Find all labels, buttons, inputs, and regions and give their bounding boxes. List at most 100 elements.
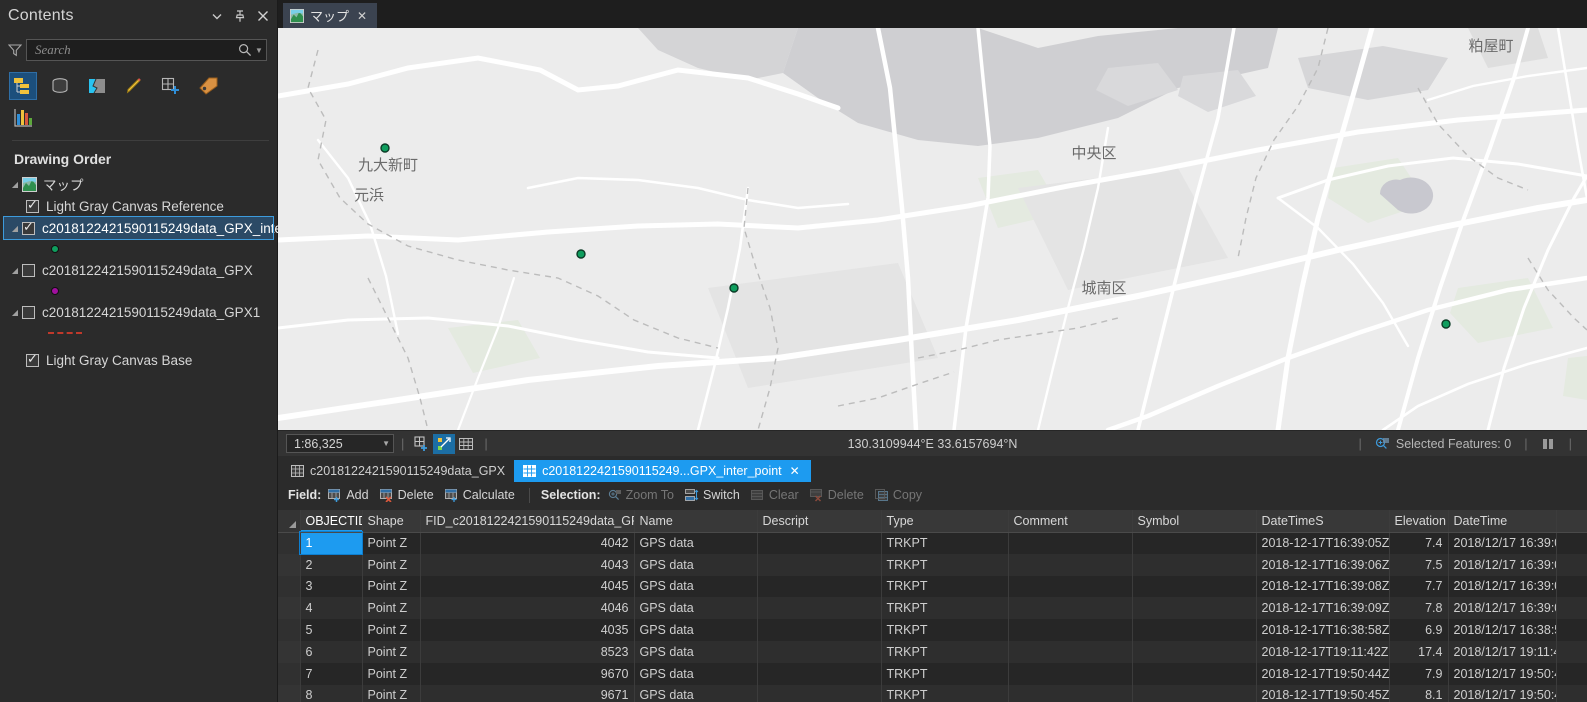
row-selector[interactable] <box>278 684 301 702</box>
cell-datetime[interactable]: 2018/12/17 16:38:58 <box>1448 619 1557 641</box>
cell-fid[interactable]: 8523 <box>420 640 635 663</box>
cell-objectid[interactable]: 7 <box>300 662 363 685</box>
close-icon[interactable] <box>257 10 271 22</box>
table-row[interactable]: 1 Point Z 4042 GPS data TRKPT 2018-12-17T16:3… <box>278 531 1587 555</box>
cell-symbol[interactable] <box>1132 532 1257 554</box>
table-row[interactable]: 7 Point Z 9670 GPS data TRKPT 2018-12-17T19:5… <box>278 662 1587 685</box>
cell-shape[interactable]: Point Z <box>362 684 421 702</box>
cell-datetimes[interactable]: 2018-12-17T16:39:05Z <box>1256 532 1390 554</box>
cell-datetime[interactable]: 2018/12/17 16:39:06 <box>1448 553 1557 576</box>
expander-icon[interactable]: ◢ <box>8 308 22 317</box>
cell-shape[interactable]: Point Z <box>362 662 421 685</box>
cell-datetime[interactable]: 2018/12/17 16:39:05 <box>1448 532 1557 554</box>
cell-comment[interactable] <box>1008 597 1133 620</box>
cell-symbol[interactable] <box>1132 640 1257 663</box>
cell-comment[interactable] <box>1008 662 1133 685</box>
cell-elevation[interactable]: 6.9 <box>1389 619 1449 641</box>
cell-symbol[interactable] <box>1132 619 1257 641</box>
list-by-drawing-order-button[interactable] <box>9 72 37 100</box>
cell-shape[interactable]: Point Z <box>362 597 421 620</box>
tree-node-map[interactable]: ◢ マップ <box>4 173 277 195</box>
column-header-symbol[interactable]: Symbol <box>1132 510 1257 533</box>
pin-icon[interactable] <box>234 9 248 23</box>
cell-objectid[interactable]: 2 <box>300 553 363 576</box>
clear-selection-button[interactable]: Clear <box>750 488 799 502</box>
cell-type[interactable]: TRKPT <box>881 619 1009 641</box>
column-header-type[interactable]: Type <box>881 510 1009 533</box>
field-calculate-button[interactable]: Calculate <box>444 488 515 502</box>
tab-attribute-table-gpx[interactable]: c2018122421590115249data_GPX <box>282 460 514 482</box>
cell-blank[interactable] <box>1556 597 1587 620</box>
column-header-comment[interactable]: Comment <box>1008 510 1133 533</box>
cell-type[interactable]: TRKPT <box>881 597 1009 620</box>
cell-type[interactable]: TRKPT <box>881 532 1009 554</box>
layer-visibility-checkbox[interactable] <box>26 351 39 367</box>
cell-blank[interactable] <box>1556 553 1587 576</box>
list-by-data-source-button[interactable] <box>47 73 73 99</box>
cell-blank[interactable] <box>1556 640 1587 663</box>
cell-comment[interactable] <box>1008 640 1133 663</box>
close-icon[interactable]: ✕ <box>788 464 802 478</box>
layer-row-gpx[interactable]: ◢ c2018122421590115249data_GPX <box>4 259 277 281</box>
add-data-status-button[interactable] <box>411 434 433 454</box>
cell-comment[interactable] <box>1008 532 1133 554</box>
cell-elevation[interactable]: 7.8 <box>1389 597 1449 620</box>
column-header-descript[interactable]: Descript <box>757 510 882 533</box>
cell-elevation[interactable]: 8.1 <box>1389 684 1449 702</box>
cell-datetimes[interactable]: 2018-12-17T19:50:45Z <box>1256 684 1390 702</box>
cell-shape[interactable]: Point Z <box>362 532 421 554</box>
chevron-down-icon[interactable]: ▼ <box>382 439 390 448</box>
cell-elevation[interactable]: 17.4 <box>1389 640 1449 663</box>
cell-symbol[interactable] <box>1132 662 1257 685</box>
column-header-objectid[interactable]: OBJECTID <box>300 510 363 533</box>
cell-name[interactable]: GPS data <box>634 640 758 663</box>
cell-shape[interactable]: Point Z <box>362 619 421 641</box>
search-dropdown-icon[interactable]: ▼ <box>254 46 264 55</box>
cell-descript[interactable] <box>757 662 882 685</box>
cell-comment[interactable] <box>1008 575 1133 598</box>
expander-icon[interactable]: ◢ <box>8 180 22 189</box>
cell-fid[interactable]: 9671 <box>420 684 635 702</box>
cell-type[interactable]: TRKPT <box>881 640 1009 663</box>
switch-selection-button[interactable]: Switch <box>685 488 740 502</box>
layer-row-gpx1[interactable]: ◢ c2018122421590115249data_GPX1 <box>4 301 277 323</box>
tab-attribute-table-gpx-inter-point[interactable]: c2018122421590115249...GPX_inter_point ✕ <box>514 460 811 482</box>
row-selector[interactable] <box>278 662 301 685</box>
cell-descript[interactable] <box>757 597 882 620</box>
cell-objectid[interactable]: 3 <box>300 575 363 598</box>
cell-symbol[interactable] <box>1132 597 1257 620</box>
list-by-charts-button[interactable] <box>10 105 36 131</box>
cell-elevation[interactable]: 7.4 <box>1389 532 1449 554</box>
list-by-selection-button[interactable] <box>84 73 110 99</box>
cell-name[interactable]: GPS data <box>634 684 758 702</box>
cell-symbol[interactable] <box>1132 553 1257 576</box>
select-all-corner[interactable] <box>278 510 301 533</box>
copy-selection-button[interactable]: Copy <box>874 488 922 502</box>
field-delete-button[interactable]: Delete <box>379 488 434 502</box>
column-header-fid[interactable]: FID_c2018122421590115249data_GPX <box>420 510 635 533</box>
cell-type[interactable]: TRKPT <box>881 575 1009 598</box>
cell-blank[interactable] <box>1556 532 1587 554</box>
cell-fid[interactable]: 4046 <box>420 597 635 620</box>
cell-datetime[interactable]: 2018/12/17 16:39:08 <box>1448 575 1557 598</box>
cell-elevation[interactable]: 7.9 <box>1389 662 1449 685</box>
cell-name[interactable]: GPS data <box>634 532 758 554</box>
cell-blank[interactable] <box>1556 575 1587 598</box>
cell-fid[interactable]: 4035 <box>420 619 635 641</box>
cell-objectid[interactable]: 4 <box>300 597 363 620</box>
cell-name[interactable]: GPS data <box>634 619 758 641</box>
layer-row-light-gray-canvas-reference[interactable]: Light Gray Canvas Reference <box>4 195 277 217</box>
cell-comment[interactable] <box>1008 684 1133 702</box>
cell-type[interactable]: TRKPT <box>881 662 1009 685</box>
cell-datetime[interactable]: 2018/12/17 16:39:09 <box>1448 597 1557 620</box>
cell-type[interactable]: TRKPT <box>881 684 1009 702</box>
cell-comment[interactable] <box>1008 619 1133 641</box>
row-selector[interactable] <box>278 597 301 620</box>
attribute-grid[interactable]: OBJECTID Shape FID_c2018122421590115249dat… <box>278 510 1587 702</box>
layer-visibility-checkbox[interactable] <box>26 197 39 213</box>
cell-fid[interactable]: 9670 <box>420 662 635 685</box>
layer-row-light-gray-canvas-base[interactable]: Light Gray Canvas Base <box>4 349 277 371</box>
cell-datetimes[interactable]: 2018-12-17T19:50:44Z <box>1256 662 1390 685</box>
pause-refresh-icon[interactable] <box>1541 438 1556 450</box>
cell-datetimes[interactable]: 2018-12-17T19:11:42Z <box>1256 640 1390 663</box>
